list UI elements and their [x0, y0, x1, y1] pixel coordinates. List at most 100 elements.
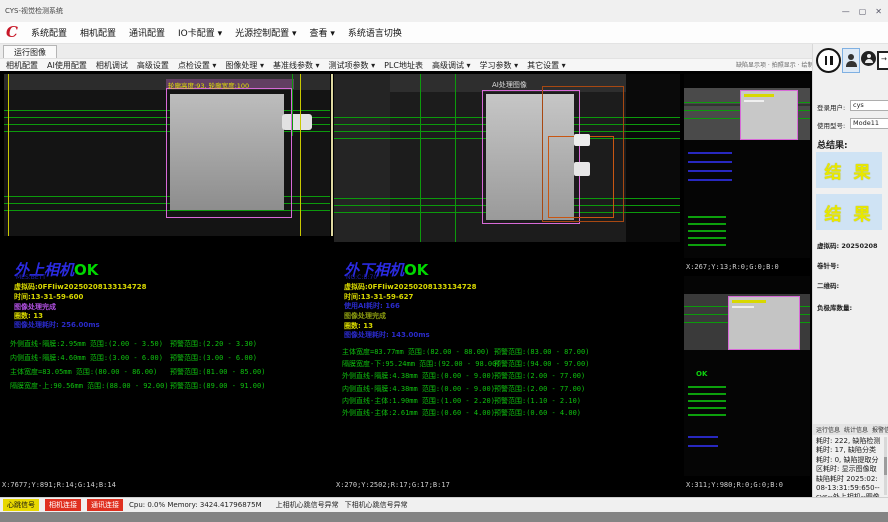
thumb2-cursor-coords: X:311;Y:980;R:0;G:0;B:0	[686, 481, 783, 489]
tool-advanced-settings[interactable]: 高级设置	[137, 60, 169, 71]
warn-range: 预警范围:(83.00 - 87.00)	[494, 347, 589, 357]
highlight-spot	[574, 162, 590, 176]
warn-range: 预警范围:(81.00 - 85.00)	[170, 367, 265, 377]
tool-image-processing[interactable]: 图像处理 ▾	[225, 60, 264, 71]
tool-advanced-debug[interactable]: 高级调试 ▾	[432, 60, 471, 71]
thumb1-cursor-coords: X:267;Y:13;R:0;G:0;B:0	[686, 263, 779, 271]
tab-run-image[interactable]: 运行图像	[3, 45, 57, 59]
middle-elapsed: 图像处理耗时: 143.00ms	[344, 330, 430, 340]
tool-plc-address[interactable]: PLC地址表	[384, 60, 423, 71]
menu-system-config[interactable]: 系统配置	[31, 26, 67, 39]
pause-icon	[825, 56, 828, 65]
warn-range: 预警范围:(2.20 - 3.30)	[170, 339, 257, 349]
menu-view[interactable]: 查看 ▾	[310, 26, 335, 39]
virtual-code-field: 虚拟码: 20250208	[817, 240, 878, 250]
menu-comm-config[interactable]: 通讯配置	[129, 26, 165, 39]
measure-row: 外侧直线-隔膜:4.38mm 范围:(0.00 - 9.00)	[342, 371, 495, 381]
left-camera-viewport[interactable]: 轮廓高度:93, 轮廓宽度:100	[4, 74, 330, 236]
cpu-memory-readout: Cpu: 0.0% Memory: 3424.41796875M	[129, 501, 262, 509]
left-elapsed: 图像处理耗时: 256.00ms	[14, 320, 100, 330]
warn-range: 预警范围:(2.00 - 77.00)	[494, 384, 585, 394]
anode-stock-field: 负极库数量:	[817, 302, 852, 312]
menu-light-config[interactable]: 光源控制配置 ▾	[235, 26, 296, 39]
tool-ai-config[interactable]: AI使用配置	[47, 60, 87, 71]
measure-row: 内侧直线-主体:1.90mm 范围:(1.00 - 2.20)	[342, 396, 495, 406]
middle-camera-viewport[interactable]: AI处理图像	[334, 74, 680, 242]
edge-line-left	[8, 74, 9, 236]
menu-bar: C 系统配置 相机配置 通讯配置 IO卡配置 ▾ 光源控制配置 ▾ 查看 ▾ 系…	[0, 22, 888, 44]
measure-row: 主体宽度=83.77mm 范围:(82.00 - 88.00)	[342, 347, 489, 357]
exit-door-icon: →	[877, 51, 888, 70]
left-ok-status: OK	[74, 261, 98, 279]
comm-connection-badge: 通讯连接	[87, 499, 123, 511]
warn-range: 预警范围:(89.00 - 91.00)	[170, 381, 265, 391]
lower-camera-heartbeat: 下相机心跳信号异常	[345, 500, 408, 510]
close-icon[interactable]: ✕	[875, 7, 882, 16]
info-scrollbar[interactable]	[884, 437, 887, 495]
exit-button[interactable]: →	[877, 48, 888, 70]
app-logo-icon: C	[6, 25, 18, 40]
result-indicator-2: 结 果	[816, 194, 882, 230]
left-cursor-coords: X:7677;Y:891;R:14;G:14;B:14	[2, 481, 116, 489]
panel-divider	[331, 74, 333, 236]
tool-other-settings[interactable]: 其它设置 ▾	[527, 60, 566, 71]
login-user-label: 登录用户:	[817, 102, 845, 112]
product-region	[728, 296, 800, 350]
tool-baseline-params[interactable]: 基准线参数 ▾	[273, 60, 320, 71]
heartbeat-status-badge: 心跳信号	[3, 499, 39, 511]
upper-camera-heartbeat: 上相机心跳信号异常	[276, 500, 339, 510]
menu-language-switch[interactable]: 系统语言切换	[348, 26, 402, 39]
operator-icon	[861, 51, 876, 66]
tool-camera-debug[interactable]: 相机调试	[96, 60, 128, 71]
thumb2-ok-status: OK	[696, 370, 707, 378]
toolbar: 相机配置 AI使用配置 相机调试 高级设置 点检设置 ▾ 图像处理 ▾ 基准线参…	[0, 58, 812, 71]
highlight-spot	[574, 134, 590, 146]
left-time: 时间:13-31-59-600	[14, 292, 83, 302]
tab-alarm-info[interactable]: 报警信息	[872, 425, 888, 434]
measure-row: 内侧直线-隔膜:4.60mm 范围:(3.00 - 6.00)	[10, 353, 163, 363]
app-window: CYS-视觉检测系统 — ▢ ✕ C 系统配置 相机配置 通讯配置 IO卡配置 …	[0, 0, 888, 522]
qr-code-field: 二维码:	[817, 280, 839, 290]
thumb1-viewport[interactable]	[684, 74, 810, 258]
window-title: CYS-视觉检测系统	[0, 6, 63, 16]
tab-stats-info[interactable]: 统计信息	[844, 425, 868, 434]
title-bar: CYS-视觉检测系统 — ▢ ✕	[0, 0, 888, 22]
ai-roi-inner-box	[548, 136, 614, 218]
sidebar: → 登录用户: cys 使用型号: Mode11 总结果: 结 果 结 果 虚拟…	[812, 44, 888, 497]
status-bar: 心跳信号 相机连接 通讯连接 Cpu: 0.0% Memory: 3424.41…	[0, 497, 888, 512]
tool-camera-config[interactable]: 相机配置	[6, 60, 38, 71]
warn-range: 预警范围:(0.60 - 4.00)	[494, 408, 581, 418]
warn-range: 预警范围:(3.00 - 6.00)	[170, 353, 257, 363]
tab-run-info[interactable]: 运行信息	[816, 425, 840, 434]
login-user-button[interactable]	[842, 48, 860, 73]
operator-button[interactable]	[861, 48, 876, 66]
menu-camera-config[interactable]: 相机配置	[80, 26, 116, 39]
menu-io-config[interactable]: IO卡配置 ▾	[178, 26, 222, 39]
measure-row: 隔膜宽度-下:95.24mm 范围:(92.00 - 98.00)	[342, 359, 501, 369]
maximize-icon[interactable]: ▢	[859, 7, 867, 16]
main-area: 轮廓高度:93, 轮廓宽度:100 AI处理图像	[0, 71, 812, 497]
middle-ai-time: 使用AI耗时: 166	[344, 301, 400, 311]
middle-cursor-coords: X:270;Y:2502;R:17;G:17;B:17	[336, 481, 450, 489]
middle-subtitle: NG:C:B:70	[346, 274, 377, 281]
login-user-input[interactable]: cys	[850, 100, 888, 111]
minimize-icon[interactable]: —	[842, 7, 850, 16]
pause-button[interactable]	[816, 48, 841, 73]
tool-test-params[interactable]: 测试项参数 ▾	[329, 60, 376, 71]
model-label: 使用型号:	[817, 120, 845, 130]
measure-row: 内侧直线-隔膜:4.38mm 范围:(0.00 - 9.00)	[342, 384, 495, 394]
tool-spot-check[interactable]: 点检设置 ▾	[178, 60, 217, 71]
middle-process-done: 图像处理完成	[344, 311, 386, 321]
detection-box	[166, 88, 292, 218]
middle-barcode: 虚拟码:0FFIiw20250208133134728	[344, 282, 477, 292]
warn-range: 预警范围:(2.00 - 77.00)	[494, 371, 585, 381]
model-input[interactable]: Mode11	[850, 118, 888, 129]
user-icon	[848, 54, 854, 60]
measure-row: 外侧直线-隔膜:2.95mm 范围:(2.00 - 3.50)	[10, 339, 163, 349]
measure-row: 外侧直线-主体:2.61mm 范围:(0.60 - 4.00)	[342, 408, 495, 418]
warn-range: 预警范围:(94.00 - 97.00)	[494, 359, 589, 369]
total-result-label: 总结果:	[817, 138, 848, 151]
thumb2-viewport[interactable]: OK	[684, 276, 810, 476]
product-region	[740, 90, 798, 140]
tool-learning-params[interactable]: 学习参数 ▾	[480, 60, 519, 71]
